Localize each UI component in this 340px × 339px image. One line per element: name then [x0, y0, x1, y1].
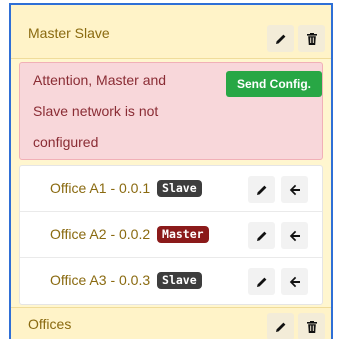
- alert-text-line-3: configured: [33, 134, 99, 150]
- group-header-master-slave: Master Slave: [11, 5, 331, 59]
- role-badge: Master: [157, 226, 209, 243]
- device-name: Office A2 - 0.0.2: [50, 226, 151, 242]
- arrow-left-icon: [289, 230, 300, 241]
- move-device-button[interactable]: [281, 222, 308, 249]
- device-row: Office A1 - 0.0.1 Slave: [20, 166, 322, 212]
- edit-device-button[interactable]: [248, 222, 275, 249]
- device-row: Office A2 - 0.0.2 Master: [20, 212, 322, 258]
- device-label: Office A3 - 0.0.3 Slave: [50, 272, 202, 289]
- role-badge: Slave: [157, 180, 202, 197]
- move-device-button[interactable]: [281, 268, 308, 295]
- device-label: Office A1 - 0.0.1 Slave: [50, 180, 202, 197]
- pencil-icon: [256, 231, 266, 241]
- move-device-button[interactable]: [281, 176, 308, 203]
- role-badge: Slave: [157, 272, 202, 289]
- delete-group-button[interactable]: [298, 313, 325, 339]
- arrow-left-icon: [289, 184, 300, 195]
- group-title: Offices: [28, 316, 72, 332]
- edit-device-button[interactable]: [248, 268, 275, 295]
- device-name: Office A1 - 0.0.1: [50, 180, 151, 196]
- alert-text-line-2: Slave network is not: [33, 103, 159, 119]
- alert-text-line-1: Attention, Master and: [33, 72, 167, 88]
- pencil-icon: [256, 185, 266, 195]
- device-name: Office A3 - 0.0.3: [50, 272, 151, 288]
- pencil-icon: [256, 277, 266, 287]
- trash-icon: [306, 320, 317, 333]
- delete-group-button[interactable]: [298, 25, 325, 52]
- config-warning-alert: Attention, Master and Slave network is n…: [19, 62, 323, 160]
- group-title: Master Slave: [28, 25, 110, 41]
- edit-group-button[interactable]: [267, 313, 294, 339]
- pencil-icon: [275, 34, 285, 44]
- arrow-left-icon: [289, 276, 300, 287]
- device-list: Office A1 - 0.0.1 Slave Office A2 - 0.0.…: [19, 165, 323, 305]
- trash-icon: [306, 32, 317, 45]
- device-row: Office A3 - 0.0.3 Slave: [20, 258, 322, 304]
- pencil-icon: [275, 322, 285, 332]
- device-label: Office A2 - 0.0.2 Master: [50, 226, 209, 243]
- send-config-button[interactable]: Send Config.: [226, 71, 322, 97]
- edit-device-button[interactable]: [248, 176, 275, 203]
- edit-group-button[interactable]: [267, 25, 294, 52]
- master-slave-panel: Master Slave Attention, Master and Slave…: [9, 3, 333, 339]
- group-header-offices: Offices: [11, 307, 331, 339]
